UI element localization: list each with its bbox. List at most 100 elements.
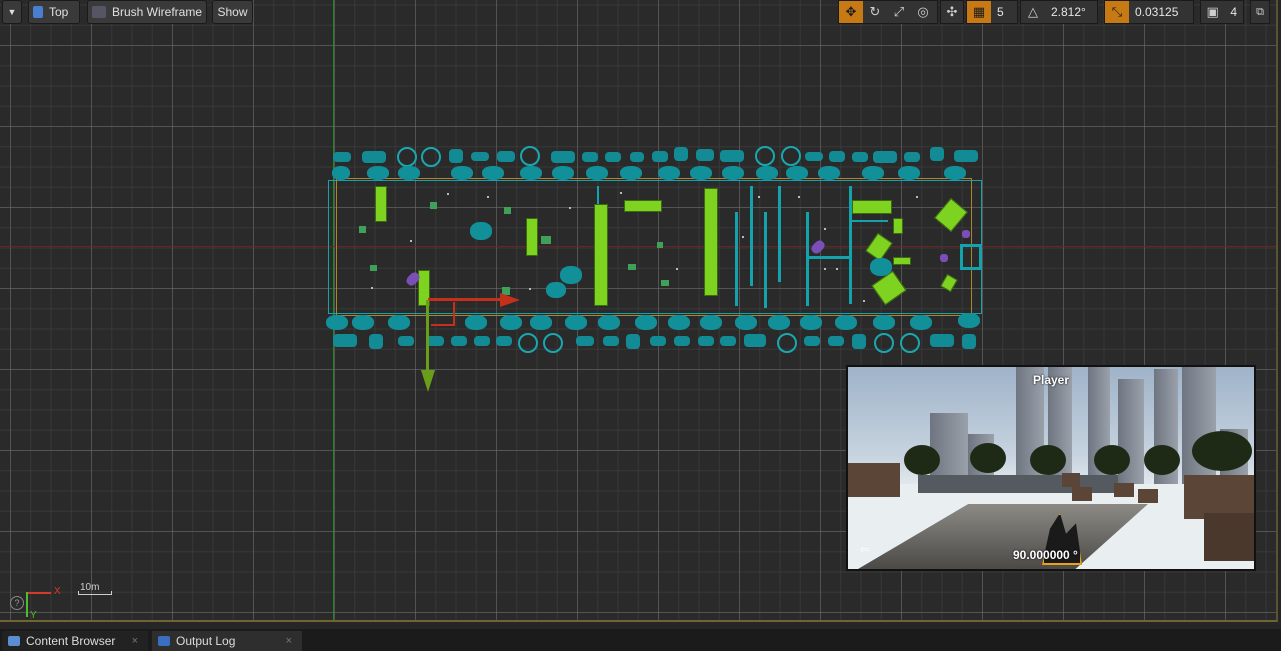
gizmo-plane-handle[interactable] — [431, 302, 455, 326]
tree-mesh[interactable] — [451, 336, 467, 346]
bush-mesh[interactable] — [367, 166, 389, 180]
tree-mesh[interactable] — [518, 333, 538, 353]
tree-mesh[interactable] — [397, 147, 417, 167]
tree-mesh[interactable] — [954, 150, 978, 162]
bush-mesh[interactable] — [326, 315, 348, 330]
tree-mesh[interactable] — [720, 336, 736, 346]
maximize-viewport-button[interactable]: ⧉ — [1250, 0, 1270, 24]
tree-mesh[interactable] — [904, 152, 920, 162]
tree-mesh[interactable] — [369, 334, 383, 349]
bush-mesh[interactable] — [873, 315, 895, 330]
bush-mesh[interactable] — [451, 166, 473, 180]
bush-mesh[interactable] — [546, 282, 566, 298]
scale-snap-icon[interactable]: ⤡ — [1105, 1, 1129, 23]
spawn-marker[interactable] — [940, 254, 948, 262]
tree-mesh[interactable] — [603, 336, 619, 346]
close-icon[interactable]: × — [286, 635, 292, 647]
bush-mesh[interactable] — [620, 166, 642, 180]
brush-block[interactable] — [852, 200, 892, 214]
grid-snap-value[interactable]: 5 — [991, 5, 1010, 19]
tree-mesh[interactable] — [674, 147, 688, 161]
tree-mesh[interactable] — [449, 149, 463, 163]
bush-mesh[interactable] — [658, 166, 680, 180]
brush-block[interactable] — [526, 218, 538, 256]
tree-mesh[interactable] — [333, 152, 351, 162]
bush-mesh[interactable] — [768, 315, 790, 330]
tree-mesh[interactable] — [333, 334, 357, 347]
rotation-snap-icon[interactable]: △ — [1021, 1, 1045, 23]
bush-mesh[interactable] — [722, 166, 744, 180]
surface-snap-toggle[interactable]: ✣ — [940, 0, 964, 24]
bush-mesh[interactable] — [668, 315, 690, 330]
bush-mesh[interactable] — [862, 166, 884, 180]
bush-mesh[interactable] — [530, 315, 552, 330]
wall-mesh[interactable] — [778, 186, 781, 282]
brush-block[interactable] — [704, 188, 718, 296]
wall-mesh[interactable] — [750, 186, 753, 286]
tab-content-browser[interactable]: Content Browser × — [2, 631, 148, 651]
bush-mesh[interactable] — [500, 315, 522, 330]
scale-mode-icon[interactable]: ⤢ — [887, 1, 911, 23]
tree-mesh[interactable] — [582, 152, 598, 162]
bush-mesh[interactable] — [635, 315, 657, 330]
show-flags-button[interactable]: Show — [212, 0, 253, 24]
wall-mesh[interactable] — [597, 186, 599, 204]
world-space-icon[interactable]: ◎ — [911, 1, 935, 23]
wall-mesh[interactable] — [960, 244, 982, 270]
bush-mesh[interactable] — [482, 166, 504, 180]
wall-mesh[interactable] — [806, 212, 809, 306]
brush-block[interactable] — [893, 257, 911, 265]
bush-mesh[interactable] — [958, 313, 980, 328]
camera-lock-icon[interactable]: ⇦ — [860, 543, 869, 556]
help-icon[interactable]: ? — [10, 596, 24, 610]
bush-mesh[interactable] — [465, 315, 487, 330]
brush-block[interactable] — [594, 204, 608, 306]
bush-mesh[interactable] — [398, 166, 420, 180]
brush-block[interactable] — [375, 186, 387, 222]
bush-mesh[interactable] — [470, 222, 492, 240]
prop-mesh[interactable] — [628, 264, 636, 270]
tree-mesh[interactable] — [652, 151, 668, 162]
tree-mesh[interactable] — [720, 150, 744, 162]
gizmo-x-arrow-icon[interactable] — [500, 293, 520, 307]
wall-mesh[interactable] — [808, 256, 850, 259]
close-icon[interactable]: × — [132, 635, 138, 647]
tree-mesh[interactable] — [362, 151, 386, 163]
bush-mesh[interactable] — [700, 315, 722, 330]
tree-mesh[interactable] — [474, 336, 490, 346]
bush-mesh[interactable] — [756, 166, 778, 180]
grid-snap-icon[interactable]: ▦ — [967, 1, 991, 23]
camera-speed-value[interactable]: 4 — [1224, 5, 1243, 19]
tree-mesh[interactable] — [805, 152, 823, 161]
tab-output-log[interactable]: Output Log × — [152, 631, 302, 651]
tree-mesh[interactable] — [674, 336, 690, 346]
prop-mesh[interactable] — [359, 226, 366, 233]
bush-mesh[interactable] — [910, 315, 932, 330]
tree-mesh[interactable] — [874, 333, 894, 353]
tree-mesh[interactable] — [398, 336, 414, 346]
tree-mesh[interactable] — [543, 333, 563, 353]
spawn-marker[interactable] — [962, 230, 970, 238]
tree-mesh[interactable] — [873, 151, 897, 163]
wall-mesh[interactable] — [735, 212, 738, 306]
render-mode-button[interactable]: Brush Wireframe — [87, 0, 207, 24]
prop-mesh[interactable] — [661, 280, 669, 286]
tree-mesh[interactable] — [930, 147, 944, 161]
tree-mesh[interactable] — [551, 151, 575, 163]
bush-mesh[interactable] — [818, 166, 840, 180]
tree-mesh[interactable] — [852, 152, 868, 162]
tree-mesh[interactable] — [962, 334, 976, 349]
bush-mesh[interactable] — [898, 166, 920, 180]
scale-snap-value[interactable]: 0.03125 — [1129, 5, 1184, 19]
tree-mesh[interactable] — [471, 152, 489, 161]
prop-mesh[interactable] — [504, 207, 511, 214]
tree-mesh[interactable] — [421, 147, 441, 167]
prop-mesh[interactable] — [657, 242, 663, 248]
bush-mesh[interactable] — [388, 315, 410, 330]
tree-mesh[interactable] — [930, 334, 954, 347]
bush-mesh[interactable] — [598, 315, 620, 330]
tree-mesh[interactable] — [497, 151, 515, 162]
tree-mesh[interactable] — [900, 333, 920, 353]
bush-mesh[interactable] — [560, 266, 582, 284]
bush-mesh[interactable] — [870, 258, 892, 276]
